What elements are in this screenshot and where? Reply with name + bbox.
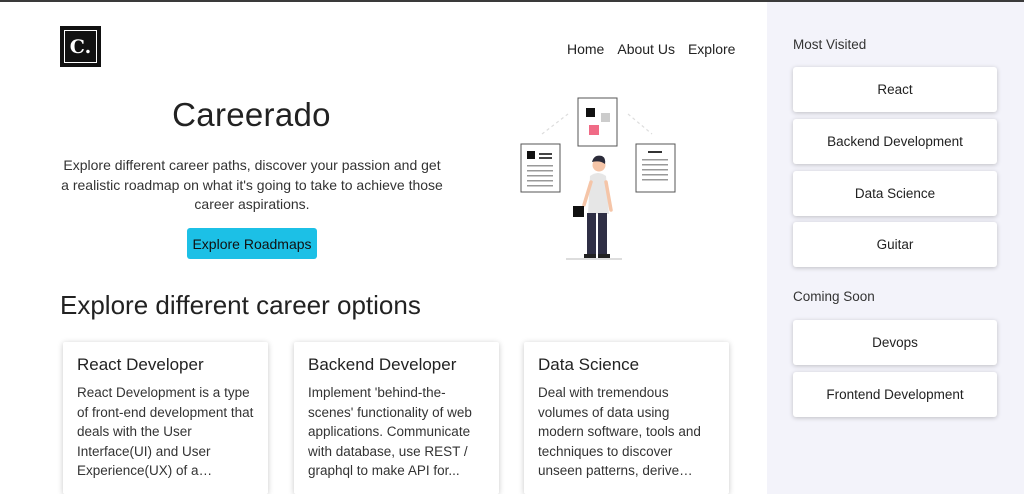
hero-description: Explore different career paths, discover… xyxy=(61,157,443,212)
explore-roadmaps-button[interactable]: Explore Roadmaps xyxy=(187,228,317,259)
coming-soon-heading: Coming Soon xyxy=(793,289,875,304)
career-card[interactable]: Data Science Deal with tremendous volume… xyxy=(524,342,729,494)
sidebar-item-data-science[interactable]: Data Science xyxy=(793,171,997,216)
career-card[interactable]: Backend Developer Implement 'behind-the-… xyxy=(294,342,499,494)
career-card[interactable]: React Developer React Development is a t… xyxy=(63,342,268,494)
most-visited-heading: Most Visited xyxy=(793,37,867,52)
card-description: Implement 'behind-the-scenes' functional… xyxy=(308,385,472,478)
sidebar-item-frontend-development[interactable]: Frontend Development xyxy=(793,372,997,417)
logo-mark: C. xyxy=(64,30,97,63)
sidebar-item-devops[interactable]: Devops xyxy=(793,320,997,365)
section-title: Explore different career options xyxy=(60,290,421,320)
sidebar-item-react[interactable]: React xyxy=(793,67,997,112)
sidebar-item-backend-development[interactable]: Backend Development xyxy=(793,119,997,164)
card-title: Data Science xyxy=(538,355,640,374)
nav-explore[interactable]: Explore xyxy=(688,41,735,57)
main-content: C. Home About Us Explore Careerado Explo… xyxy=(0,2,767,494)
logo[interactable]: C. xyxy=(60,26,101,67)
sidebar: Most Visited React Backend Development D… xyxy=(767,2,1024,494)
hero-title: Careerado xyxy=(172,96,331,133)
card-description: React Development is a type of front-end… xyxy=(77,385,254,478)
card-title: React Developer xyxy=(77,355,204,374)
card-title: Backend Developer xyxy=(308,355,457,374)
sidebar-item-guitar[interactable]: Guitar xyxy=(793,222,997,267)
hero-illustration xyxy=(520,97,676,260)
nav-about-us[interactable]: About Us xyxy=(617,41,675,57)
card-description: Deal with tremendous volumes of data usi… xyxy=(538,385,701,478)
nav-home[interactable]: Home xyxy=(567,41,604,57)
top-nav: Home About Us Explore xyxy=(567,41,735,57)
